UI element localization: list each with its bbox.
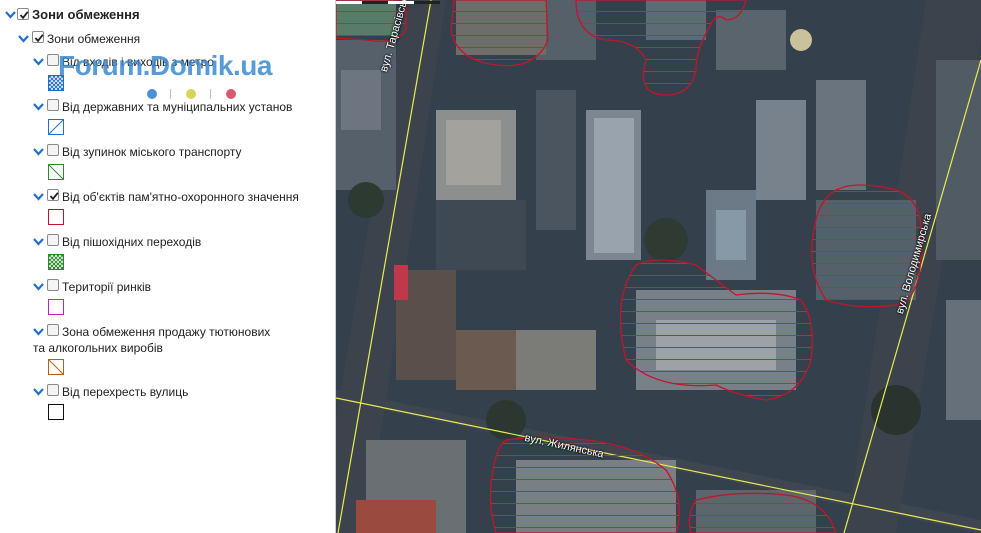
layer-checkbox-monuments[interactable]	[47, 189, 59, 201]
layer-checkbox-intersections[interactable]	[47, 384, 59, 396]
chevron-down-icon[interactable]	[33, 148, 44, 156]
chevron-down-icon[interactable]	[33, 388, 44, 396]
legend-panel: Зони обмеження Зони обмеження Від входів…	[0, 0, 336, 533]
layer-label-tobacco: Зона обмеження продажу тютюнових та алко…	[33, 325, 271, 355]
chevron-down-icon[interactable]	[5, 11, 16, 19]
layer-checkbox-transport[interactable]	[47, 144, 59, 156]
diagonal-green-symbol	[48, 164, 64, 180]
crosshatch-green-symbol	[48, 254, 64, 270]
legend-root-label: Зони обмеження	[32, 7, 140, 22]
watermark: Forum.Domik.ua	[58, 50, 272, 81]
chevron-down-icon[interactable]	[33, 238, 44, 246]
layer-label-markets: Території ринків	[62, 280, 152, 294]
chevron-down-icon[interactable]	[33, 193, 44, 201]
checkmark-icon	[34, 34, 44, 43]
checkmark-icon	[19, 11, 29, 20]
chevron-down-icon[interactable]	[18, 35, 29, 43]
satellite-imagery	[336, 0, 981, 533]
diagonal-brown-symbol	[48, 359, 64, 375]
layer-label-intersections: Від перехресть вулиць	[62, 385, 189, 399]
layer-label-transport: Від зупинок міського транспорту	[62, 145, 242, 159]
outline-magenta-symbol	[48, 299, 64, 315]
chevron-down-icon[interactable]	[33, 58, 44, 66]
scale-bar	[336, 1, 440, 4]
layer-checkbox-markets[interactable]	[47, 279, 59, 291]
layer-label-government: Від державних та муніципальних установ	[62, 100, 293, 114]
layer-label-crossings: Від пішохідних переходів	[62, 235, 202, 249]
chevron-down-icon[interactable]	[33, 283, 44, 291]
map-view[interactable]: вул. Тарасівська вул. Жилянська вул. Вол…	[336, 0, 981, 533]
diagonal-blue-symbol	[48, 119, 64, 135]
layer-checkbox-crossings[interactable]	[47, 234, 59, 246]
checkmark-icon	[49, 192, 59, 201]
layer-label-monuments: Від об'єктів пам'ятно-охоронного значенн…	[62, 190, 299, 204]
chevron-down-icon[interactable]	[33, 103, 44, 111]
group-checkbox[interactable]	[32, 31, 44, 43]
root-checkbox[interactable]	[17, 8, 29, 20]
layer-checkbox-government[interactable]	[47, 99, 59, 111]
outline-black-symbol	[48, 404, 64, 420]
legend-group-label: Зони обмеження	[47, 32, 141, 46]
outline-red-symbol	[48, 209, 64, 225]
